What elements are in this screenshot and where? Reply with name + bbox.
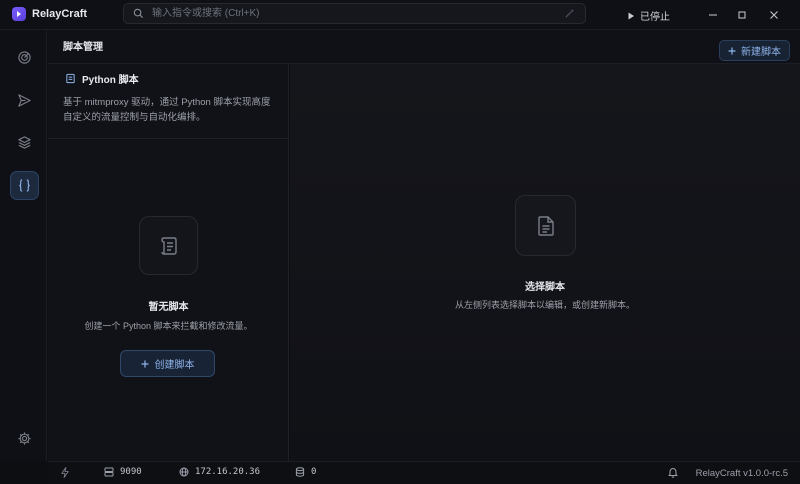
create-script-button[interactable]: 创建脚本	[120, 350, 215, 377]
search-input[interactable]	[152, 6, 552, 21]
sidebar-item-scripts[interactable]	[10, 171, 39, 200]
sidebar-item-traffic[interactable]	[10, 86, 39, 115]
proxy-status-label: 已停止	[640, 12, 670, 23]
port-status[interactable]: 9090	[104, 467, 142, 477]
empty-state-description: 创建一个 Python 脚本来拦截和修改流量。	[84, 321, 253, 331]
script-list-panel: Python 脚本 基于 mitmproxy 驱动，通过 Python 脚本实现…	[48, 64, 289, 461]
select-script-icon-box	[515, 195, 576, 256]
page-title: 脚本管理	[63, 42, 103, 53]
maximize-button[interactable]	[735, 8, 749, 22]
search-icon	[133, 8, 144, 19]
layers-icon	[18, 136, 31, 149]
magic-wand-icon[interactable]	[564, 8, 575, 19]
globe-icon	[179, 467, 189, 477]
plus-icon	[728, 47, 736, 54]
power-status[interactable]	[60, 467, 70, 478]
empty-state-icon-box	[139, 216, 198, 275]
sidebar	[0, 30, 47, 461]
port-value: 9090	[120, 467, 142, 477]
sidebar-item-settings[interactable]	[10, 424, 39, 453]
command-search[interactable]	[123, 3, 586, 24]
server-icon	[104, 467, 114, 477]
title-bar: RelayCraft 已停止	[0, 0, 800, 30]
ip-value: 172.16.20.36	[195, 467, 261, 477]
braces-icon	[19, 179, 30, 192]
new-script-button[interactable]: 新建脚本	[719, 40, 790, 61]
database-icon	[295, 467, 305, 477]
scroll-icon	[66, 73, 75, 84]
app-logo-icon	[12, 7, 26, 21]
sidebar-item-rules[interactable]	[10, 128, 39, 157]
select-script-description: 从左侧列表选择脚本以编辑，或创建新脚本。	[454, 300, 635, 310]
new-script-label: 新建脚本	[741, 47, 781, 58]
select-script-title: 选择脚本	[525, 282, 565, 293]
script-detail-panel: 选择脚本 从左侧列表选择脚本以编辑，或创建新脚本。	[290, 64, 800, 461]
app-version: RelayCraft v1.0.0-rc.5	[695, 468, 788, 479]
info-description: 基于 mitmproxy 驱动，通过 Python 脚本实现高度自定义的流量控制…	[63, 97, 271, 123]
python-info-card: Python 脚本 基于 mitmproxy 驱动，通过 Python 脚本实现…	[48, 64, 289, 139]
minimize-button[interactable]	[706, 8, 720, 22]
bell-icon	[668, 468, 678, 478]
create-script-label: 创建脚本	[154, 360, 195, 371]
ip-status[interactable]: 172.16.20.36	[179, 467, 260, 477]
connection-count: 0	[311, 467, 317, 477]
page-header: 脚本管理 新建脚本	[48, 30, 800, 64]
notifications-button[interactable]	[668, 467, 678, 478]
sidebar-item-dashboard[interactable]	[10, 43, 39, 72]
empty-state-title: 暂无脚本	[148, 302, 189, 313]
send-icon	[18, 94, 31, 107]
info-title: Python 脚本	[82, 75, 139, 86]
plus-icon	[141, 360, 148, 367]
proxy-status-button[interactable]: 已停止	[627, 8, 670, 23]
scroll-icon	[160, 236, 177, 255]
play-icon	[628, 12, 634, 19]
close-button[interactable]	[767, 8, 781, 22]
status-bar: 9090 172.16.20.36 0 RelayCraft v1.0.0-rc…	[48, 461, 800, 484]
lightning-icon	[61, 467, 69, 478]
app-title: RelayCraft	[32, 8, 88, 20]
gear-icon	[18, 432, 31, 445]
info-title-row: Python 脚本	[65, 71, 139, 86]
connection-count-status[interactable]: 0	[295, 467, 316, 477]
gauge-icon	[18, 51, 31, 64]
file-text-icon	[537, 215, 554, 236]
